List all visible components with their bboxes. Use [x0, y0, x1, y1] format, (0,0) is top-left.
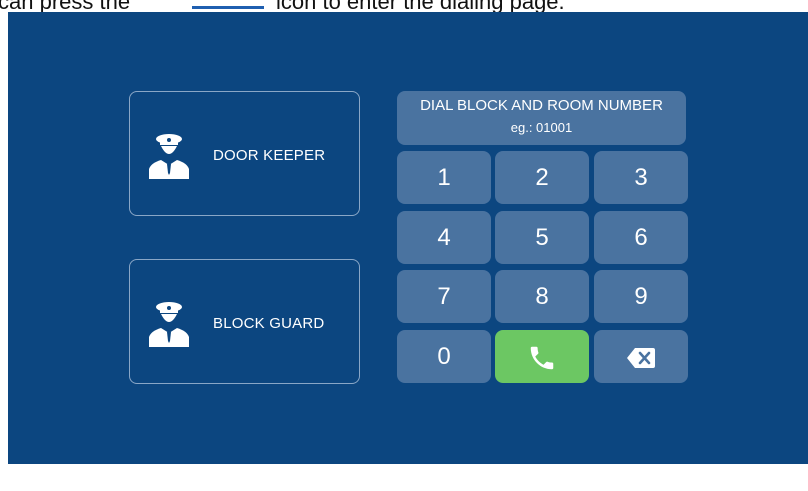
- dial-icon-reference: [192, 6, 264, 9]
- door-keeper-label: DOOR KEEPER: [213, 147, 326, 164]
- guard-icon: [149, 302, 189, 347]
- key-4[interactable]: 4: [397, 211, 491, 264]
- instruction-text-after: icon to enter the dialing page.: [276, 0, 565, 14]
- block-guard-label: BLOCK GUARD: [213, 315, 325, 332]
- instruction-text: can press the icon to enter the dialing …: [0, 0, 808, 14]
- phone-icon: [530, 346, 554, 369]
- guard-icon: [149, 134, 189, 179]
- call-button[interactable]: [495, 330, 589, 383]
- intercom-screen: DOOR KEEPER BLOCK GUARD DIAL BLOCK AND R…: [8, 12, 808, 464]
- door-keeper-button[interactable]: DOOR KEEPER: [129, 91, 360, 216]
- dial-header-example: eg.: 01001: [510, 120, 573, 135]
- key-2[interactable]: 2: [495, 151, 589, 204]
- key-0[interactable]: 0: [397, 330, 491, 383]
- dial-header: DIAL BLOCK AND ROOM NUMBER eg.: 01001: [397, 91, 686, 145]
- instruction-text-before: can press the: [0, 0, 131, 14]
- key-1[interactable]: 1: [397, 151, 491, 204]
- key-6[interactable]: 6: [594, 211, 688, 264]
- dial-header-title: DIAL BLOCK AND ROOM NUMBER: [420, 97, 663, 114]
- key-8[interactable]: 8: [495, 270, 589, 323]
- key-9[interactable]: 9: [594, 270, 688, 323]
- backspace-icon: [627, 347, 655, 368]
- key-7[interactable]: 7: [397, 270, 491, 323]
- key-5[interactable]: 5: [495, 211, 589, 264]
- key-3[interactable]: 3: [594, 151, 688, 204]
- block-guard-button[interactable]: BLOCK GUARD: [129, 259, 360, 384]
- backspace-button[interactable]: [594, 330, 688, 383]
